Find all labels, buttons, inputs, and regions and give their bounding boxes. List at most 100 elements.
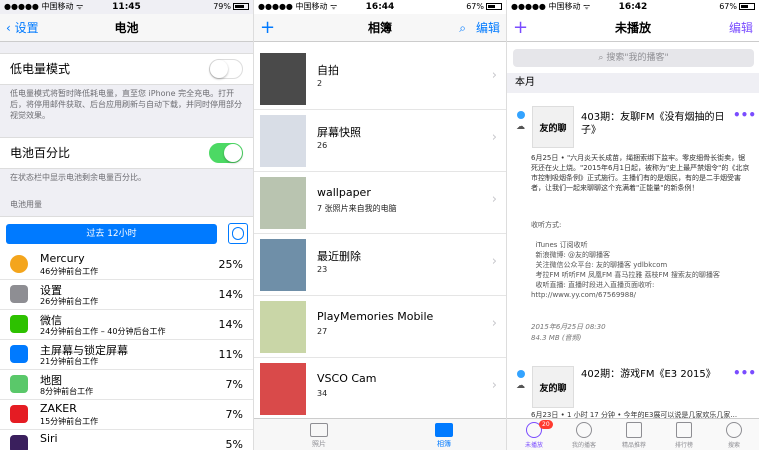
app-usage-row: Siri 5% [0,430,253,450]
album-row[interactable]: 最近删除 23 › [254,234,506,296]
album-count: 34 [317,389,328,398]
album-name: wallpaper [317,186,371,199]
unplayed-dot-icon [517,111,525,119]
battery-indicator: 67% [466,0,502,14]
last-12-hours-segment[interactable]: 过去 12小时 [6,224,217,244]
more-icon[interactable]: ••• [733,366,756,380]
page-title: 未播放 [614,21,651,35]
album-thumbnail [260,239,306,291]
home-screen-icon [10,345,28,363]
cloud-icon: ☁ [516,381,525,391]
album-name: VSCO Cam [317,372,377,385]
tab-photos[interactable]: 照片 [289,419,349,450]
battery-percentage-cell: 电池百分比 [0,137,253,169]
tab-top-charts[interactable]: 排行榜 [659,419,709,450]
chevron-right-icon: › [491,316,497,331]
app-usage-detail: 8分钟前台工作 [40,387,94,396]
episode-title[interactable]: 402期：游戏FM《E3 2015》 [581,368,731,381]
app-percentage: 14% [218,288,243,301]
clock-icon[interactable] [228,223,248,244]
app-usage-row: 微信 24分钟前台工作 – 40分钟后台工作 14% [0,310,253,340]
album-count: 2 [317,79,323,88]
app-usage-row: Mercury 46分钟前台工作 25% [0,250,253,280]
album-count: 7 张照片来自我的电脑 [317,204,397,213]
battery-settings-screen: ●●●●● 中国移动 ᯤ 11:45 79% ‹ 设置 电池 低电量模式 低电量… [0,0,253,450]
app-usage-row: ZAKER 15分钟前台工作 7% [0,400,253,430]
tab-albums[interactable]: 相簿 [414,419,474,450]
mercury-icon [10,255,28,273]
app-percentage: 14% [218,318,243,331]
list-icon [676,422,692,438]
episode-title[interactable]: 403期：友聊FM《没有烟抽的日子》 [581,111,731,137]
chevron-right-icon: › [491,130,497,145]
more-icon[interactable]: ••• [733,108,756,122]
album-thumbnail [260,53,306,105]
page-title: 电池 [114,21,139,35]
unplayed-dot-icon [517,370,525,378]
album-row[interactable]: 屏幕快照 26 › [254,110,506,172]
album-name: PlayMemories Mobile [317,310,434,323]
episode-artwork: 友的聊 [532,106,574,148]
edit-button[interactable]: 编辑 [476,21,500,35]
episode-date: 2015年6月25日 08:30 [531,323,606,331]
nav-bar: + 未播放 编辑 [507,14,759,42]
low-power-note: 低电量模式将暂时降低耗电量，直至您 iPhone 完全充电。打开后，将停用邮件获… [10,89,242,120]
search-icon [726,422,742,438]
podcast-icon [576,422,592,438]
tab-search[interactable]: 搜索 [709,419,759,450]
album-name: 最近删除 [317,250,361,263]
tab-unplayed[interactable]: 未播放 20 [509,419,559,450]
search-field[interactable]: ⌕ 搜索"我的播客" [513,49,754,67]
search-icon[interactable]: ⌕ [459,21,466,35]
maps-icon [10,375,28,393]
chevron-right-icon: › [491,68,497,83]
tab-featured[interactable]: 精品推荐 [609,419,659,450]
battery-percentage-toggle[interactable] [209,143,243,163]
album-count: 27 [317,327,328,336]
app-usage-detail: 15分钟前台工作 [40,417,99,426]
app-percentage: 7% [225,408,243,421]
episode-size: 84.3 MB (音频) [531,334,582,342]
edit-button[interactable]: 编辑 [729,14,753,42]
podcasts-screen: ●●●●● 中国移动 ᯤ 16:42 67% + 未播放 编辑 ⌕ 搜索"我的播… [506,0,759,450]
album-row[interactable]: 自拍 2 › [254,48,506,110]
tab-bar: 照片 相簿 [254,418,506,450]
cloud-icon: ☁ [516,122,525,132]
app-name: ZAKER [40,402,77,415]
battery-indicator: 79% [213,0,249,14]
app-usage-row: 地图 8分钟前台工作 7% [0,370,253,400]
battery-indicator: 67% [719,0,755,14]
app-percentage: 5% [225,438,243,450]
low-power-toggle[interactable] [209,59,243,79]
album-row[interactable]: VSCO Cam 34 › [254,358,506,420]
chevron-right-icon: › [491,378,497,393]
chevron-right-icon: › [491,192,497,207]
album-thumbnail [260,177,306,229]
tab-bar: 未播放 20 我的播客 精品推荐 排行榜 搜索 [507,418,759,450]
settings-icon [10,285,28,303]
album-row[interactable]: PlayMemories Mobile 27 › [254,296,506,358]
album-name: 自拍 [317,64,339,77]
app-usage-detail: 26分钟前台工作 [40,297,99,306]
album-actions: ⌕ 编辑 [459,14,500,42]
albums-screen: ●●●●● 中国移动 ᯤ 16:44 67% + 相簿 ⌕ 编辑 自拍 2 › 屏… [253,0,506,450]
status-bar: ●●●●● 中国移动 ᯤ 16:44 67% [254,0,506,14]
section-header: 本月 [507,73,759,93]
app-percentage: 7% [225,378,243,391]
battery-percentage-label: 电池百分比 [10,146,71,160]
chevron-right-icon: › [491,254,497,269]
battery-icon [486,3,502,10]
episode-summary: 6月25日 • "六月炎天长成苗，绳捆索绑下监牢。零皮细骨长街卖，锯死还在火上烧… [531,154,750,192]
status-bar: ●●●●● 中国移动 ᯤ 16:42 67% [507,0,759,14]
album-row[interactable]: wallpaper 7 张照片来自我的电脑 › [254,172,506,234]
wechat-icon [10,315,28,333]
low-power-label: 低电量模式 [10,62,71,76]
photos-icon [310,423,328,437]
episode-details: 收听方式: iTunes 订阅收听 新浪微博: @友的聊播客 关注微信公众平台:… [531,221,720,299]
tab-my-podcasts[interactable]: 我的播客 [559,419,609,450]
app-percentage: 11% [218,348,243,361]
siri-icon [10,435,28,450]
album-thumbnail [260,301,306,353]
album-name: 屏幕快照 [317,126,361,139]
app-usage-detail: 24分钟前台工作 – 40分钟后台工作 [40,327,166,336]
